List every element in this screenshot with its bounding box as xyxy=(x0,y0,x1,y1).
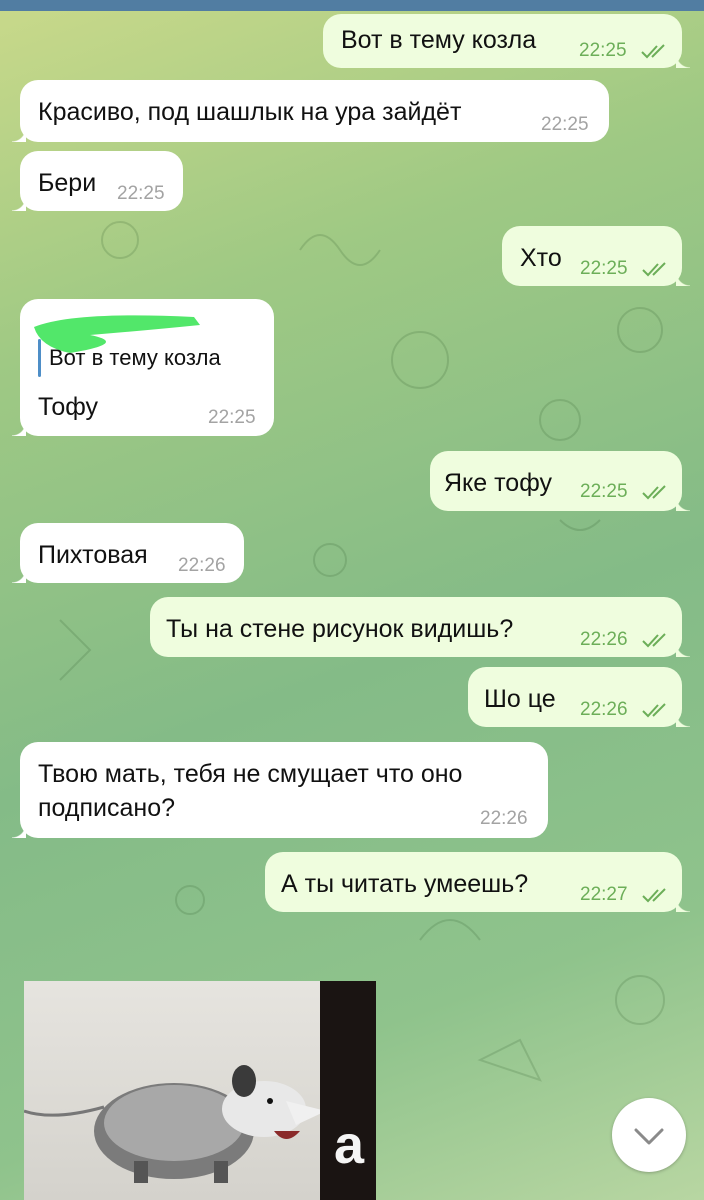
message-text: Красиво, под шашлык на ура зайдёт xyxy=(38,98,462,126)
top-bar xyxy=(0,0,704,11)
message-text: Ты на стене рисунок видишь? xyxy=(166,615,514,643)
message-outgoing[interactable]: Ты на стене рисунок видишь? 22:26 xyxy=(150,597,690,657)
double-check-icon xyxy=(642,703,666,718)
message-time: 22:25 xyxy=(579,40,627,61)
double-check-icon xyxy=(642,262,666,277)
scroll-to-bottom-button[interactable] xyxy=(612,1098,686,1172)
double-check-icon xyxy=(641,44,665,59)
message-incoming[interactable]: Твою мать, тебя не смущает что оно подпи… xyxy=(12,742,548,838)
message-text-line-2: подписано? xyxy=(38,794,175,822)
double-check-icon xyxy=(642,485,666,500)
message-time: 22:25 xyxy=(541,114,589,135)
reply-quote-text[interactable]: Вот в тему козла xyxy=(49,344,221,372)
photo-caption-letter: а xyxy=(333,1115,364,1175)
message-incoming[interactable]: Пихтовая 22:26 xyxy=(12,523,244,583)
message-text: Бери xyxy=(38,169,97,197)
message-text-line-1: Твою мать, тебя не смущает что оно xyxy=(38,760,463,788)
message-text: А ты читать умеешь? xyxy=(281,870,529,898)
message-text: Вот в тему козла xyxy=(341,26,537,54)
chevron-down-icon xyxy=(634,1128,664,1145)
message-text: Тофу xyxy=(38,393,99,421)
message-time: 22:25 xyxy=(117,183,165,204)
photo-message[interactable]: а xyxy=(24,981,376,1200)
message-text: Яке тофу xyxy=(444,469,552,497)
message-text: Пихтовая xyxy=(38,541,148,569)
double-check-icon xyxy=(642,633,666,648)
message-time: 22:25 xyxy=(208,407,256,428)
message-incoming[interactable]: Красиво, под шашлык на ура зайдёт 22:25 xyxy=(12,80,609,142)
message-outgoing[interactable]: Яке тофу 22:25 xyxy=(430,451,690,511)
reply-quote-bar xyxy=(38,339,41,377)
message-time: 22:26 xyxy=(178,555,226,576)
message-incoming[interactable]: Бери 22:25 xyxy=(12,151,183,211)
message-text: Хто xyxy=(520,244,562,272)
message-time: 22:26 xyxy=(580,629,628,650)
double-check-icon xyxy=(642,888,666,903)
message-incoming-reply[interactable]: Вот в тему козла Тофу 22:25 xyxy=(12,299,274,436)
message-time: 22:26 xyxy=(480,808,528,829)
message-time: 22:26 xyxy=(580,699,628,720)
message-outgoing[interactable]: Вот в тему козла 22:25 xyxy=(323,14,690,68)
message-time: 22:25 xyxy=(580,481,628,502)
message-text: Шо це xyxy=(484,685,556,713)
message-outgoing[interactable]: Хто 22:25 xyxy=(502,226,690,286)
message-time: 22:27 xyxy=(580,884,628,905)
message-outgoing[interactable]: Шо це 22:26 xyxy=(468,667,690,727)
message-outgoing[interactable]: А ты читать умеешь? 22:27 xyxy=(265,852,690,912)
message-time: 22:25 xyxy=(580,258,628,279)
